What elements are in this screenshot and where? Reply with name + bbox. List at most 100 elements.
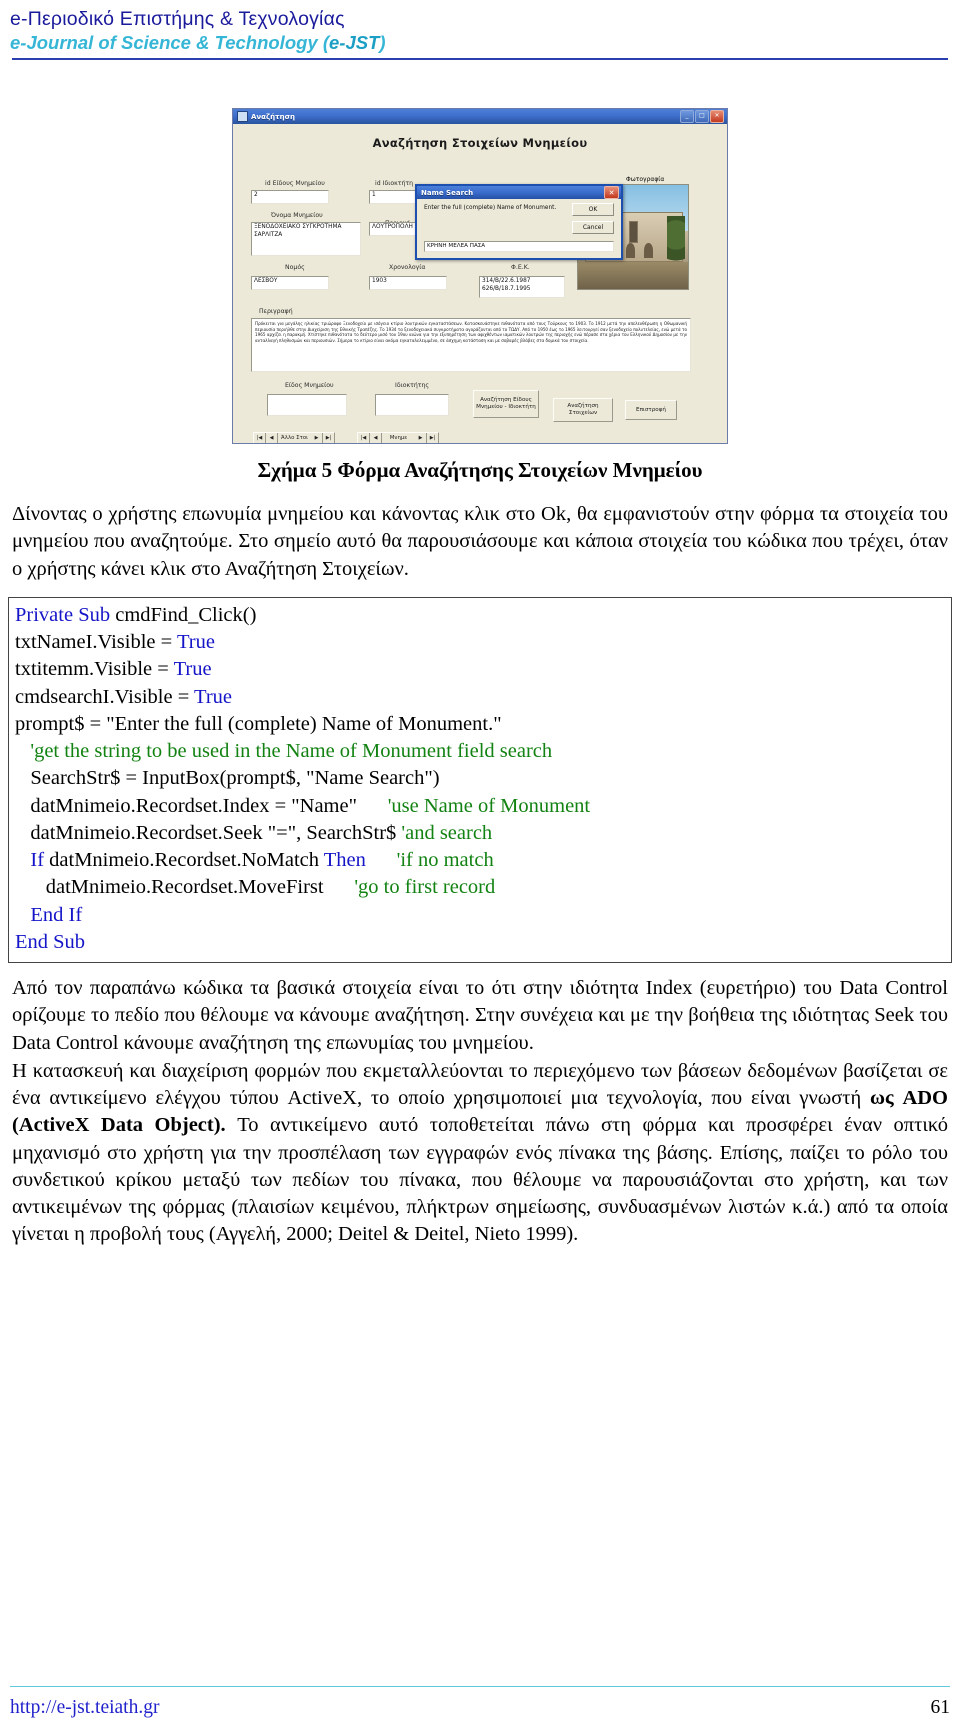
vb-form-body: Αναζήτηση Στοιχείων Μνημείου id Είδους Μ… (233, 136, 727, 444)
code-keyword: End If (30, 903, 83, 926)
code-line: datMnimeio.Recordset.Index = "Name" 'use… (15, 793, 945, 820)
code-line: datMnimeio.Recordset.Seek "=", SearchStr… (15, 820, 945, 847)
code-text: cmdsearchI.Visible = (15, 685, 195, 708)
input-perigrafi[interactable]: Πρόκειται για μεγάλης ηλικίας τριώροφο Ξ… (251, 318, 691, 373)
dialog-ok-button[interactable]: OK (572, 203, 614, 217)
code-lines: Private Sub cmdFind_Click() txtNameI.Visi… (15, 602, 945, 956)
code-comment: 'use Name of Monument (387, 794, 591, 817)
code-comment: 'go to first record (354, 876, 496, 899)
nav-left-label: Άλλο Στοι (281, 435, 308, 442)
code-comment: 'if no match (396, 849, 494, 872)
code-line: txtitemm.Visible = True (15, 656, 945, 683)
photo-window (628, 220, 639, 244)
code-text: datMnimeio.Recordset.MoveFirst (15, 876, 355, 899)
vb-search-form-window: Αναζήτηση _ □ ✕ Αναζήτηση Στοιχείων Μνημ… (232, 108, 728, 445)
form-heading: Αναζήτηση Στοιχείων Μνημείου (372, 136, 588, 151)
code-comment: 'and search (401, 821, 493, 844)
nav-next-icon[interactable]: ▶ (311, 433, 323, 444)
search-data-button[interactable]: Αναζήτηση Στοιχείων (553, 398, 613, 423)
paragraph-ado-part1: Η κατασκευή και διαχείριση φορμών που εκ… (12, 1059, 948, 1110)
input-idioktitis[interactable] (375, 394, 449, 417)
nav-first-icon[interactable]: |◀ (254, 433, 266, 444)
record-navigator-left[interactable]: |◀ ◀ Άλλο Στοι ▶ ▶| (253, 432, 335, 444)
dialog-title: Name Search (421, 188, 474, 197)
masthead-english-suffix: ) (379, 32, 386, 53)
code-line: 'get the string to be used in the Name o… (15, 738, 945, 765)
label-idioktitis: Ιδιοκτήτης (395, 382, 430, 390)
code-keyword: If (30, 849, 45, 872)
dialog-titlebar: Name Search ✕ (417, 186, 621, 200)
record-navigator-right[interactable]: |◀ ◀ Μνημε ▶ ▶| (357, 432, 439, 444)
paragraph-intro: Δίνοντας ο χρήστης επωνυμία μνημείου και… (12, 503, 948, 580)
input-fek[interactable]: 314/B/22.6.1987 626/B/18.7.1995 (479, 276, 565, 299)
code-text: datMnimeio.Recordset.Index = "Name" (15, 794, 388, 817)
code-line: SearchStr$ = InputBox(prompt$, "Name Sea… (15, 765, 945, 792)
nav-prev-icon[interactable]: ◀ (370, 433, 382, 444)
code-keyword: Private Sub (15, 603, 111, 626)
vb-code-block: Private Sub cmdFind_Click() txtNameI.Visi… (8, 596, 952, 964)
code-text: datMnimeio.Recordset.NoMatch (44, 849, 324, 872)
label-xronologia: Χρονολογία (389, 264, 426, 272)
code-comment: 'get the string to be used in the Name o… (15, 740, 553, 763)
name-search-dialog: Name Search ✕ Enter the full (complete) … (415, 184, 623, 261)
nav-last-icon[interactable]: ▶| (427, 433, 438, 443)
figure-caption: Σχήμα 5 Φόρμα Αναζήτησης Στοιχείων Μνημε… (257, 458, 703, 483)
label-fek: Φ.Ε.Κ. (511, 264, 530, 272)
input-id-eidous[interactable]: 2 (251, 190, 329, 205)
footer-divider (10, 1686, 950, 1687)
input-xronologia[interactable]: 1903 (369, 276, 447, 291)
search-type-owner-button[interactable]: Αναζήτηση Είδους Μνημείου - Ιδιοκτήτη (473, 390, 539, 419)
photo-ground (578, 262, 688, 290)
code-keyword: End Sub (15, 930, 86, 953)
dialog-close-icon[interactable]: ✕ (604, 186, 619, 200)
code-line: prompt$ = "Enter the full (complete) Nam… (15, 711, 945, 738)
label-onoma: Όνομα Μνημείου (271, 212, 323, 220)
code-text: txtitemm.Visible = (15, 658, 174, 681)
figure-screenshot-container: Αναζήτηση _ □ ✕ Αναζήτηση Στοιχείων Μνημ… (0, 108, 960, 445)
masthead-divider (12, 58, 948, 61)
masthead-english-title: e-Journal of Science & Technology (e-JST… (10, 32, 950, 54)
code-keyword: True (173, 658, 212, 681)
code-text: datMnimeio.Recordset.Seek "=", SearchStr… (15, 821, 402, 844)
paragraph-index-seek: Από τον παραπάνω κώδικα τα βασικά στοιχε… (12, 977, 948, 1054)
code-text: cmdFind_Click() (110, 603, 257, 626)
vb-window-titlebar: Αναζήτηση _ □ ✕ (233, 109, 727, 125)
nav-last-icon[interactable]: ▶| (323, 433, 334, 443)
footer-url[interactable]: http://e-jst.teiath.gr (10, 1697, 159, 1719)
masthead-english-prefix: e-Journal of Science & Technology ( (10, 32, 330, 53)
code-line: cmdsearchI.Visible = True (15, 684, 945, 711)
nav-first-icon[interactable]: |◀ (358, 433, 370, 444)
label-perigrafi: Περιγραφή (259, 308, 293, 316)
vb-window-title: Αναζήτηση (251, 112, 295, 121)
footer-page-number: 61 (930, 1697, 951, 1718)
masthead-greek-title: e-Περιοδικό Επιστήμης & Τεχνολογίας (10, 8, 345, 30)
code-keyword: True (194, 685, 233, 708)
input-onoma-mnimeiou[interactable]: ΞΕΝΟΔΟΧΕΙΑΚΟ ΣΥΓΚΡΟΤΗΜΑ ΣΑΡΛΙΤΖΑ (251, 222, 361, 257)
return-button[interactable]: Επιστροφή (625, 400, 677, 421)
label-fotografia: Φωτογραφία (626, 176, 665, 184)
nav-next-icon[interactable]: ▶ (415, 433, 427, 444)
close-icon[interactable]: ✕ (710, 110, 724, 124)
code-line: If datMnimeio.Recordset.NoMatch Then 'if… (15, 847, 945, 874)
journal-masthead: e-Περιοδικό Επιστήμης & Τεχνολογίας e-Jo… (0, 0, 960, 61)
paragraph-ado: Η κατασκευή και διαχείριση φορμών που εκ… (0, 1058, 960, 1249)
vb-window-controls: _ □ ✕ (680, 110, 725, 124)
code-line: datMnimeio.Recordset.MoveFirst 'go to fi… (15, 874, 945, 901)
minimize-icon[interactable]: _ (680, 110, 694, 124)
code-line: Private Sub cmdFind_Click() (15, 602, 945, 629)
code-text: prompt$ = "Enter the full (complete) Nam… (15, 712, 502, 735)
photo-arch (626, 243, 636, 258)
dialog-prompt-text: Enter the full (complete) Name of Monume… (424, 205, 557, 212)
nav-prev-icon[interactable]: ◀ (266, 433, 278, 444)
dialog-cancel-button[interactable]: Cancel (572, 221, 614, 235)
maximize-icon[interactable]: □ (695, 110, 709, 124)
input-eidos-mnimeiou[interactable] (267, 394, 347, 417)
input-nomos[interactable]: ΛΕΣΒΟΥ (251, 276, 329, 291)
code-text: SearchStr$ = InputBox(prompt$, "Name Sea… (15, 767, 440, 790)
code-line: txtNameI.Visible = True (15, 629, 945, 656)
label-nomos: Νομός (285, 264, 305, 272)
code-line: End Sub (15, 929, 945, 956)
dialog-name-input[interactable]: ΚΡΗΝΗ ΜΕΛΕΑ ΠΑΣΑ (424, 241, 614, 253)
